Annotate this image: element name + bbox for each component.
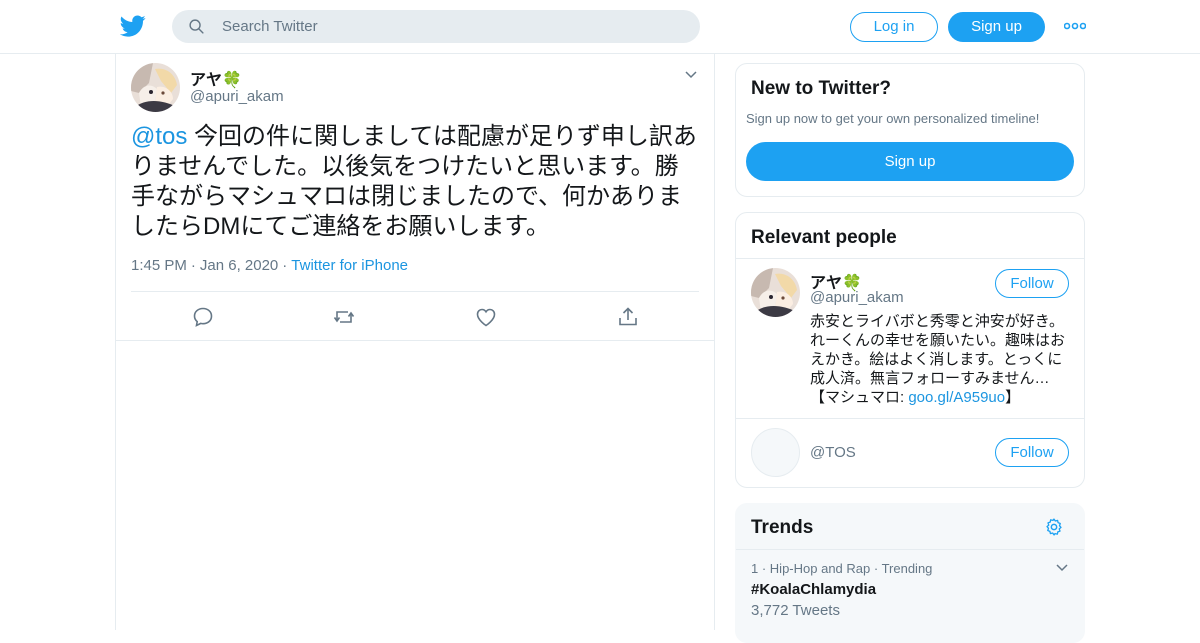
separator-dot: · [282,257,288,274]
like-icon[interactable] [474,305,498,329]
avatar[interactable] [751,268,800,317]
divider [736,258,1084,259]
signup-button[interactable]: Sign up [948,12,1045,42]
trend-name[interactable]: #KoalaChlamydia [751,581,876,598]
bio-link[interactable]: goo.gl/A959uo [908,389,1005,406]
tweet-body: 今回の件に関しましては配慮が足りず申し訳ありませんでした。以後気をつけたいと思い… [131,123,697,240]
tweet-date[interactable]: Jan 6, 2020 [200,257,278,274]
divider [131,291,699,292]
search-box[interactable] [172,10,700,43]
tweet-author-handle[interactable]: @apuri_akam [190,88,284,105]
card-title: New to Twitter? [751,78,892,99]
search-icon [189,19,204,34]
trends-card: Trends 1 · Hip-Hop and Rap · Trending #K… [735,503,1085,643]
divider [736,418,1084,419]
tweet-source-link[interactable]: Twitter for iPhone [291,257,408,274]
person-handle[interactable]: @apuri_akam [810,289,904,306]
chevron-down-icon[interactable] [684,68,698,82]
trend-rank: 1 [751,561,759,576]
person-bio: 赤安とライバボと秀零と沖安が好き。れーくんの幸せを願いたい。趣味はおえかき。絵は… [810,312,1072,407]
retweet-icon[interactable] [332,305,356,329]
chevron-down-icon[interactable] [1055,562,1069,574]
tweet-metadata: 1:45 PM · Jan 6, 2020 · Twitter for iPhone [131,257,408,274]
trend-meta: 1 · Hip-Hop and Rap · Trending [751,561,933,576]
avatar[interactable] [131,63,180,112]
tweet-text: @tos 今回の件に関しましては配慮が足りず申し訳ありませんでした。以後気をつけ… [131,122,701,242]
tweet: アヤ🍀 @apuri_akam @tos 今回の件に関しましては配慮が足りず申し… [116,54,714,341]
login-button[interactable]: Log in [850,12,938,42]
signup-button-large[interactable]: Sign up [746,142,1074,181]
avatar-illustration [131,63,180,112]
share-icon[interactable] [616,305,640,329]
follow-button[interactable]: Follow [995,269,1069,298]
twitter-logo-icon[interactable] [120,13,146,39]
follow-button[interactable]: Follow [995,438,1069,467]
avatar[interactable] [751,428,800,477]
main-column: アヤ🍀 @apuri_akam @tos 今回の件に関しましては配慮が足りず申し… [115,54,715,630]
bio-text-end: 】 [1005,389,1021,406]
card-subtitle: Sign up now to get your own personalized… [746,111,1040,126]
reply-icon[interactable] [191,305,215,329]
tweet-author-name[interactable]: アヤ🍀 [190,66,242,90]
person-handle[interactable]: @TOS [810,444,856,461]
top-bar: Log in Sign up [0,0,1200,54]
card-title: Relevant people [751,227,897,248]
card-title: Trends [751,517,814,538]
trend-count: 3,772 Tweets [751,602,840,619]
relevant-people-card: Relevant people アヤ🍀 @apuri_akam 赤安とライバボと… [735,212,1085,488]
gear-icon[interactable] [1044,517,1064,537]
divider [736,549,1084,550]
search-input[interactable] [222,10,682,43]
separator-dot: · [190,257,196,274]
trend-label: Trending [881,561,933,576]
mention-link[interactable]: @tos [131,123,187,150]
avatar-illustration [751,268,800,317]
tweet-time[interactable]: 1:45 PM [131,257,187,274]
more-options-icon[interactable] [1064,19,1086,33]
trend-category: Hip-Hop and Rap [769,561,871,576]
new-to-twitter-card: New to Twitter? Sign up now to get your … [735,63,1085,197]
